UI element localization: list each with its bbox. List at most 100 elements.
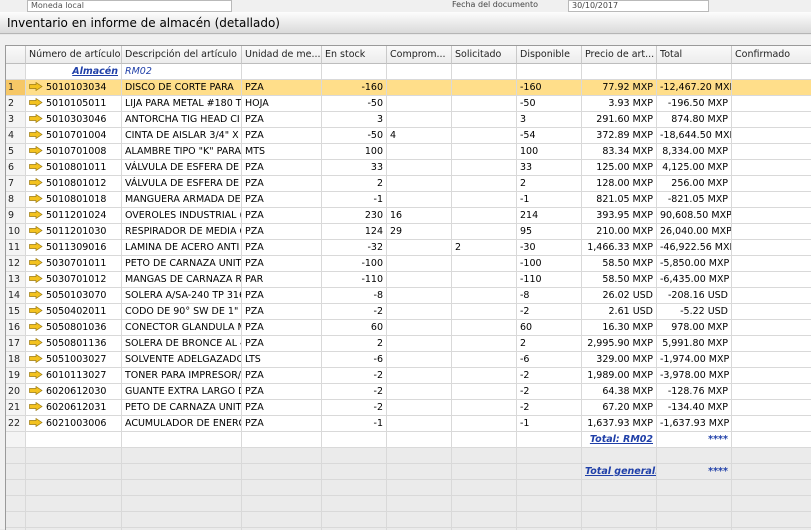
grand-total-cell xyxy=(387,464,452,480)
item-number-cell[interactable]: 5010801018 xyxy=(26,192,122,208)
link-arrow-icon[interactable] xyxy=(29,338,43,347)
column-header-confirmed[interactable]: Confirmado xyxy=(732,46,811,64)
confirmed-cell xyxy=(732,400,811,416)
link-arrow-icon[interactable] xyxy=(29,114,43,123)
ordered-cell xyxy=(452,288,517,304)
link-arrow-icon[interactable] xyxy=(29,226,43,235)
column-header-available[interactable]: Disponible xyxy=(517,46,582,64)
link-arrow-icon[interactable] xyxy=(29,130,43,139)
item-number-cell[interactable]: 6020612030 xyxy=(26,384,122,400)
in-stock-cell: -1 xyxy=(322,416,387,432)
link-arrow-icon[interactable] xyxy=(29,290,43,299)
link-arrow-icon[interactable] xyxy=(29,418,43,427)
item-number-cell[interactable]: 5050801136 xyxy=(26,336,122,352)
filler-cell xyxy=(6,512,26,528)
confirmed-cell xyxy=(732,272,811,288)
filler-cell xyxy=(387,512,452,528)
available-value: -1 xyxy=(520,194,530,205)
link-arrow-icon[interactable] xyxy=(29,162,43,171)
link-arrow-icon[interactable] xyxy=(29,98,43,107)
table-row[interactable]: 18 5051003027 SOLVENTE ADELGAZADO LTS -6 -6 32… xyxy=(6,352,811,368)
currency-select[interactable]: Moneda local xyxy=(27,0,232,12)
item-number-cell[interactable]: 5011201024 xyxy=(26,208,122,224)
table-row[interactable]: 10 5011201030 RESPIRADOR DE MEDIA C PZA 124 2… xyxy=(6,224,811,240)
column-header-ordered[interactable]: Solicitado xyxy=(452,46,517,64)
link-arrow-icon[interactable] xyxy=(29,258,43,267)
table-row[interactable]: 15 5050402011 CODO DE 90° SW DE 1" PZA -2 -2 2… xyxy=(6,304,811,320)
table-row[interactable]: 2 5010105011 LIJA PARA METAL #180 T HOJA -50… xyxy=(6,96,811,112)
link-arrow-icon[interactable] xyxy=(29,386,43,395)
table-row[interactable]: 20 6020612030 GUANTE EXTRA LARGO D PZA -2 -2 6… xyxy=(6,384,811,400)
in-stock-value: 2 xyxy=(376,178,383,189)
link-arrow-icon[interactable] xyxy=(29,306,43,315)
table-row[interactable]: 1 5010103034 DISCO DE CORTE PARA PZA -160 -16… xyxy=(6,80,811,96)
link-arrow-icon[interactable] xyxy=(29,370,43,379)
link-arrow-icon[interactable] xyxy=(29,178,43,187)
item-number-cell[interactable]: 6020612031 xyxy=(26,400,122,416)
table-row[interactable]: 8 5010801018 MANGUERA ARMADA DE PZA -1 -1 821.… xyxy=(6,192,811,208)
table-row[interactable]: 5 5010701008 ALAMBRE TIPO "K" PARA MTS 100 10… xyxy=(6,144,811,160)
table-row[interactable]: 16 5050801036 CONECTOR GLANDULA M PZA 60 60 16… xyxy=(6,320,811,336)
document-date-field[interactable]: 30/10/2017 xyxy=(568,0,709,12)
column-header-item-number[interactable]: Número de artículo xyxy=(26,46,122,64)
table-row[interactable]: 17 5050801136 SOLERA DE BRONCE AL 4 PZA 2 2 2,… xyxy=(6,336,811,352)
column-header-item-description[interactable]: Descripción del artículo xyxy=(122,46,242,64)
item-number-cell[interactable]: 5010701004 xyxy=(26,128,122,144)
column-header-item-price[interactable]: Precio de art... xyxy=(582,46,657,64)
subtotal-cell: **** xyxy=(657,432,732,448)
table-row[interactable]: 19 6010113027 TONER PARA IMPRESOR/PZA -2 -2 1… xyxy=(6,368,811,384)
item-number-cell[interactable]: 5050103070 xyxy=(26,288,122,304)
item-number-cell[interactable]: 5010701008 xyxy=(26,144,122,160)
link-arrow-icon[interactable] xyxy=(29,274,43,283)
table-row[interactable]: 6 5010801011 VÁLVULA DE ESFERA DE PZA 33 33 12… xyxy=(6,160,811,176)
link-arrow-icon[interactable] xyxy=(29,242,43,251)
link-arrow-icon[interactable] xyxy=(29,354,43,363)
item-number-cell[interactable]: 5051003027 xyxy=(26,352,122,368)
link-arrow-icon[interactable] xyxy=(29,322,43,331)
table-row[interactable]: 22 6021003006 ACUMULADOR DE ENERG PZA -1 -1 1,… xyxy=(6,416,811,432)
table-row[interactable]: 21 6020612031 PETO DE CARNAZA UNIT PZA -2 -2 6… xyxy=(6,400,811,416)
table-row[interactable]: 7 5010801012 VÁLVULA DE ESFERA DE PZA 2 2 128.… xyxy=(6,176,811,192)
table-row[interactable]: 11 5011309016 LAMINA DE ACERO ANTI PZA -32 2 -… xyxy=(6,240,811,256)
header-corner xyxy=(6,46,26,64)
item-number-cell[interactable]: 5011309016 xyxy=(26,240,122,256)
column-header-unit[interactable]: Unidad de me... xyxy=(242,46,322,64)
item-number-cell[interactable]: 5010103034 xyxy=(26,80,122,96)
row-number-cell xyxy=(6,64,26,80)
link-arrow-icon[interactable] xyxy=(29,194,43,203)
table-row[interactable]: 3 5010303046 ANTORCHA TIG HEAD CI PZA 3 3 291.… xyxy=(6,112,811,128)
table-row[interactable]: 4 5010701004 CINTA DE AISLAR 3/4" X PZA -50 4… xyxy=(6,128,811,144)
link-arrow-icon[interactable] xyxy=(29,210,43,219)
item-description-value: LAMINA DE ACERO ANTI xyxy=(125,242,240,253)
total-cell: 26,040.00 MXP xyxy=(657,224,732,240)
item-number-cell[interactable]: 5010801011 xyxy=(26,160,122,176)
column-header-committed[interactable]: Comprom... xyxy=(387,46,452,64)
item-number-cell[interactable]: 5030701011 xyxy=(26,256,122,272)
table-row[interactable]: 13 5030701012 MANGAS DE CARNAZA R PAR -110 -1… xyxy=(6,272,811,288)
item-description-cell: VÁLVULA DE ESFERA DE xyxy=(122,160,242,176)
table-row[interactable]: 9 5011201024 OVEROLES INDUSTRIAL (PZA 230 16… xyxy=(6,208,811,224)
filler-cell xyxy=(6,496,26,512)
item-number-cell[interactable]: 5050801036 xyxy=(26,320,122,336)
item-number-cell[interactable]: 5010105011 xyxy=(26,96,122,112)
table-row[interactable]: 12 5030701011 PETO DE CARNAZA UNIT PZA -100 -… xyxy=(6,256,811,272)
unit-value: PZA xyxy=(245,290,264,301)
item-number-cell[interactable]: 5010303046 xyxy=(26,112,122,128)
column-header-in-stock[interactable]: En stock xyxy=(322,46,387,64)
item-number-value: 5030701012 xyxy=(46,274,107,285)
group-cell[interactable]: Almacén xyxy=(26,64,122,80)
row-number-value: 5 xyxy=(8,146,15,157)
item-number-cell[interactable]: 6021003006 xyxy=(26,416,122,432)
link-arrow-icon[interactable] xyxy=(29,402,43,411)
item-description-value: SOLERA A/SA-240 TP 316 xyxy=(125,290,242,301)
item-number-cell[interactable]: 5050402011 xyxy=(26,304,122,320)
item-number-cell[interactable]: 6010113027 xyxy=(26,368,122,384)
item-number-cell[interactable]: 5011201030 xyxy=(26,224,122,240)
column-header-total[interactable]: Total xyxy=(657,46,732,64)
item-number-cell[interactable]: 5030701012 xyxy=(26,272,122,288)
link-arrow-icon[interactable] xyxy=(29,82,43,91)
table-row[interactable]: 14 5050103070 SOLERA A/SA-240 TP 316 PZA -8 -… xyxy=(6,288,811,304)
link-arrow-icon[interactable] xyxy=(29,146,43,155)
item-number-cell[interactable]: 5010801012 xyxy=(26,176,122,192)
row-number-value: 10 xyxy=(8,226,21,237)
